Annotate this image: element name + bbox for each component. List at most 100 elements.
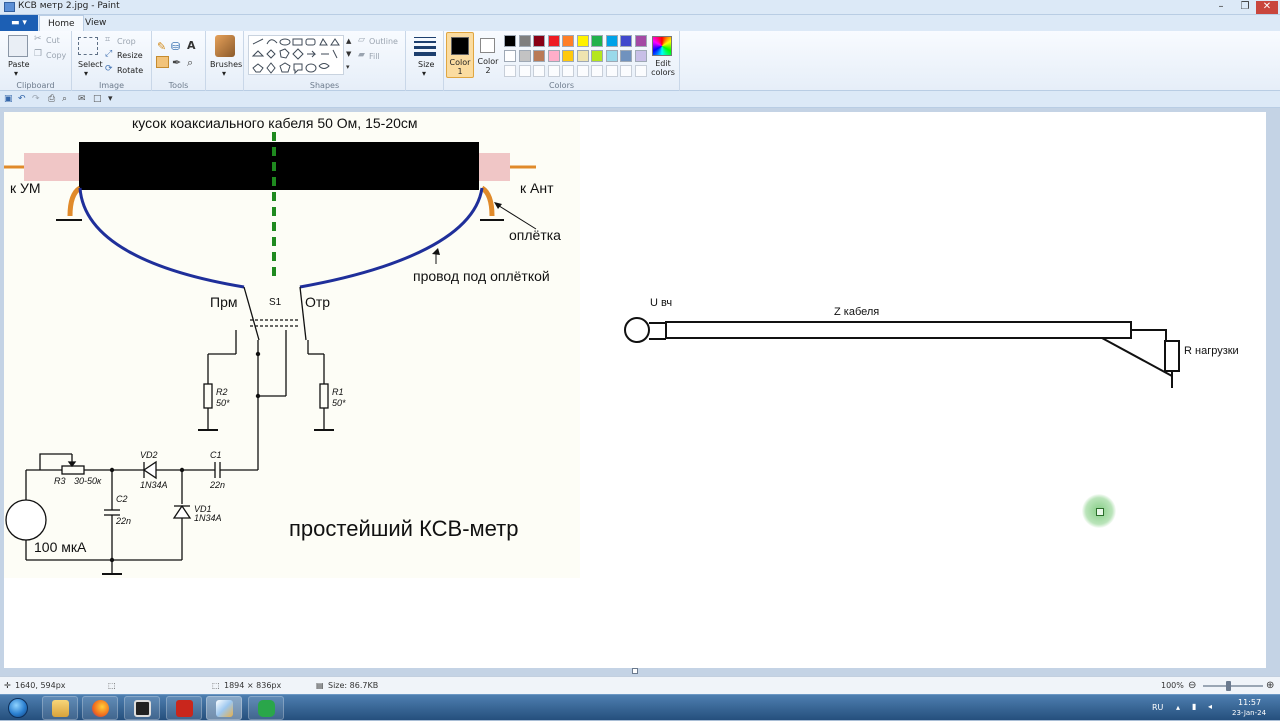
drawing-canvas[interactable]: кусок коаксиального кабеля 50 Ом, 15-20с… xyxy=(4,112,1266,670)
custom-color-slot[interactable] xyxy=(504,65,516,77)
language-indicator[interactable]: RU xyxy=(1152,703,1163,712)
size-icon[interactable] xyxy=(414,37,436,56)
size-dropdown-icon[interactable]: ▾ xyxy=(422,69,426,78)
taskbar-acrobat[interactable] xyxy=(166,696,202,720)
fill-bucket-icon[interactable]: ⛁ xyxy=(171,40,180,53)
custom-color-slot[interactable] xyxy=(576,65,589,77)
magnifier-icon[interactable]: ⌕ xyxy=(187,56,193,70)
volume-icon[interactable]: ◂ xyxy=(1208,702,1212,711)
start-button[interactable] xyxy=(2,695,34,721)
text-tool-icon[interactable]: A xyxy=(187,39,196,52)
clock-time[interactable]: 11:57 xyxy=(1238,698,1261,707)
zoom-slider-track[interactable] xyxy=(1203,685,1263,687)
color1-button[interactable]: Color 1 xyxy=(446,32,474,78)
pencil-icon[interactable]: ✎ xyxy=(157,40,166,53)
paste-button[interactable]: Paste xyxy=(8,60,30,69)
tray-expand-icon[interactable]: ▴ xyxy=(1176,703,1180,712)
taskbar-explorer[interactable] xyxy=(42,696,78,720)
cut-button[interactable]: Cut xyxy=(46,36,60,45)
palette-color-swatch[interactable] xyxy=(518,50,531,62)
save-icon[interactable]: ▣ xyxy=(4,94,14,104)
palette-color-swatch[interactable] xyxy=(634,35,647,47)
custom-color-slot[interactable] xyxy=(547,65,560,77)
custom-color-slot[interactable] xyxy=(634,65,647,77)
palette-color-swatch[interactable] xyxy=(605,50,618,62)
palette-color-swatch[interactable] xyxy=(518,35,531,47)
rotate-button[interactable]: Rotate xyxy=(117,66,143,75)
paint-app-icon[interactable] xyxy=(4,2,15,12)
palette-color-swatch[interactable] xyxy=(605,35,618,47)
size-group: Size ▾ xyxy=(406,31,444,91)
print-icon[interactable]: ⎙ xyxy=(48,94,58,104)
palette-color-swatch[interactable] xyxy=(591,35,603,47)
maximize-button[interactable]: ❐ xyxy=(1234,1,1256,14)
copy-button[interactable]: Copy xyxy=(46,51,66,60)
brushes-button[interactable]: Brushes xyxy=(210,60,242,69)
color-picker-icon[interactable]: ✒ xyxy=(172,56,181,69)
eraser-icon[interactable] xyxy=(156,56,169,68)
zoom-out-button[interactable]: ⊖ xyxy=(1188,680,1196,691)
undo-icon[interactable]: ↶ xyxy=(18,94,28,104)
outline-button[interactable]: Outline xyxy=(369,37,398,46)
taskbar-camera-app[interactable] xyxy=(124,696,160,720)
zoom-in-button[interactable]: ⊕ xyxy=(1266,680,1274,691)
brushes-icon[interactable] xyxy=(215,35,235,57)
palette-color-swatch[interactable] xyxy=(620,35,632,47)
canvas-workspace[interactable]: кусок коаксиального кабеля 50 Ом, 15-20с… xyxy=(0,108,1280,676)
edit-colors-icon[interactable] xyxy=(652,36,672,56)
shapes-expand-icon[interactable]: ▾ xyxy=(346,63,350,71)
palette-color-swatch[interactable] xyxy=(562,50,574,62)
paste-icon[interactable] xyxy=(8,35,28,57)
palette-color-swatch[interactable] xyxy=(547,50,560,62)
close-button[interactable]: ✕ xyxy=(1256,1,1278,14)
canvas-resize-handle[interactable] xyxy=(632,668,638,674)
palette-color-swatch[interactable] xyxy=(576,50,589,62)
custom-color-slot[interactable] xyxy=(562,65,574,77)
select-icon[interactable] xyxy=(78,37,98,55)
taskbar-recorder[interactable] xyxy=(248,696,284,720)
shapes-gallery[interactable] xyxy=(248,35,344,75)
zoom-slider-thumb[interactable] xyxy=(1226,681,1231,691)
palette-color-swatch[interactable] xyxy=(562,35,574,47)
paste-dropdown-icon[interactable]: ▾ xyxy=(14,69,18,78)
palette-color-swatch[interactable] xyxy=(634,50,647,62)
brushes-dropdown-icon[interactable]: ▾ xyxy=(222,69,226,78)
redo-icon[interactable]: ↷ xyxy=(32,94,42,104)
custom-color-slot[interactable] xyxy=(533,65,545,77)
palette-color-swatch[interactable] xyxy=(620,50,632,62)
clock-date[interactable]: 23-Jan-24 xyxy=(1232,709,1266,717)
palette-color-swatch[interactable] xyxy=(504,50,516,62)
palette-color-swatch[interactable] xyxy=(591,50,603,62)
taskbar-paint[interactable] xyxy=(206,696,242,720)
palette-color-swatch[interactable] xyxy=(547,35,560,47)
palette-color-swatch[interactable] xyxy=(576,35,589,47)
edit-colors-button[interactable]: Edit colors xyxy=(650,59,676,77)
label-to-antenna: к Ант xyxy=(520,180,554,196)
minimize-button[interactable]: – xyxy=(1210,1,1232,14)
shapes-scroll-up-icon[interactable]: ▲ xyxy=(346,37,351,45)
select-dropdown-icon[interactable]: ▾ xyxy=(84,69,88,78)
color2-button[interactable]: Color 2 xyxy=(476,32,502,78)
palette-color-swatch[interactable] xyxy=(533,50,545,62)
palette-color-swatch[interactable] xyxy=(504,35,516,47)
crop-button[interactable]: Crop xyxy=(117,37,136,46)
custom-color-slot[interactable] xyxy=(620,65,632,77)
customize-qat-icon[interactable]: ▾ xyxy=(108,94,118,104)
print-preview-icon[interactable]: ⌕ xyxy=(62,94,72,104)
taskbar-firefox[interactable] xyxy=(82,696,118,720)
custom-color-slot[interactable] xyxy=(518,65,531,77)
resize-button[interactable]: Resize xyxy=(117,51,143,60)
select-button[interactable]: Select xyxy=(78,60,103,69)
fill-button[interactable]: Fill xyxy=(369,52,380,61)
custom-color-slot[interactable] xyxy=(605,65,618,77)
size-button[interactable]: Size xyxy=(418,60,434,69)
new-icon[interactable]: □ xyxy=(93,94,103,104)
custom-color-slot[interactable] xyxy=(591,65,603,77)
tab-view[interactable]: View xyxy=(77,15,114,31)
label-r3-value: 30-50к xyxy=(74,476,102,486)
network-icon[interactable]: ▮ xyxy=(1192,702,1196,711)
email-icon[interactable]: ✉ xyxy=(78,94,88,104)
palette-color-swatch[interactable] xyxy=(533,35,545,47)
shapes-scroll-down-icon[interactable]: ▼ xyxy=(346,50,351,58)
file-menu-button[interactable]: ▬ ▾ xyxy=(0,15,38,31)
